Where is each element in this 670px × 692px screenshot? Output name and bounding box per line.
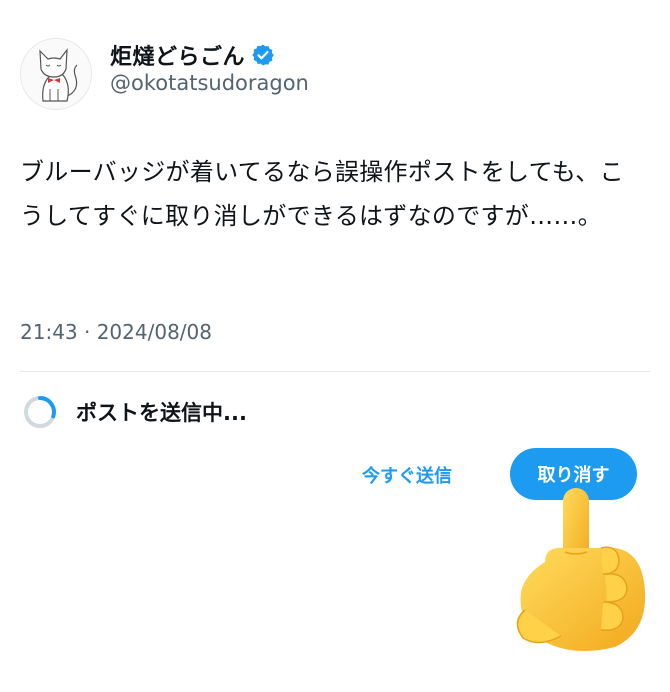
tweet-text: ブルーバッジが着いてるなら誤操作ポストをしても、こうしてすぐに取り消しができるは… (20, 158, 624, 230)
author-handle[interactable]: @okotatsudoragon (110, 71, 309, 95)
author-name-row[interactable]: 炬燵どらごん (110, 39, 275, 71)
pointing-hand-icon (516, 488, 646, 651)
cat-avatar-illustration (39, 48, 78, 102)
verified-badge-icon (252, 44, 274, 66)
author-display-name[interactable]: 炬燵どらごん (110, 39, 245, 71)
divider (20, 371, 650, 372)
avatar[interactable] (20, 38, 92, 110)
sending-status-text: ポストを送信中... (76, 401, 247, 425)
send-now-button[interactable]: 今すぐ送信 (362, 462, 452, 488)
tweet-timestamp[interactable]: 21:43 · 2024/08/08 (20, 320, 212, 344)
loading-spinner-icon (24, 396, 56, 428)
